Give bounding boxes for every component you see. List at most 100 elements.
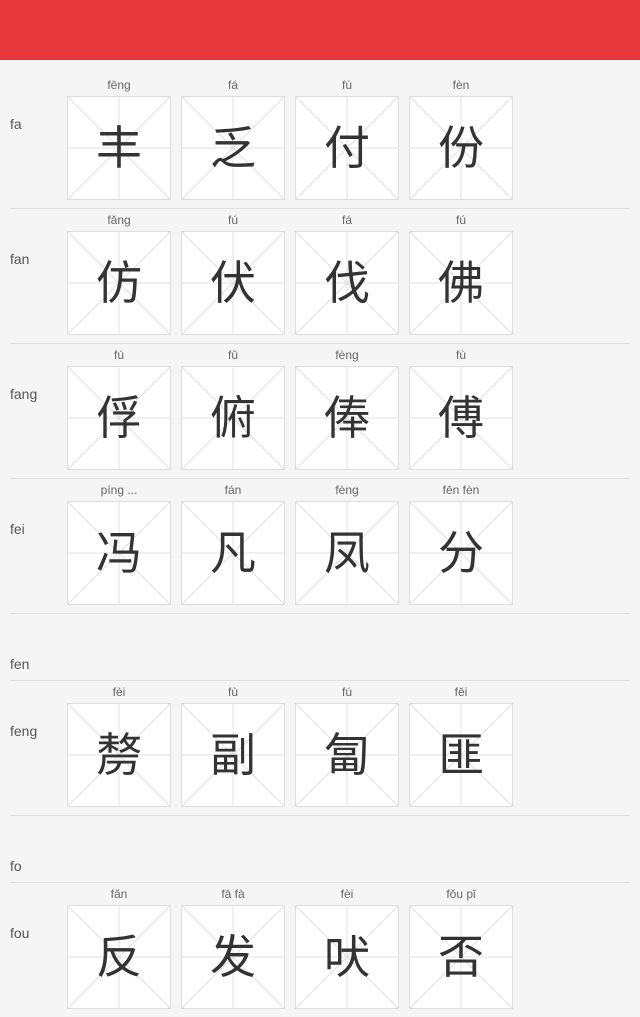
row-group-feng: fengfèi剺fù副fú匐fěi匪 bbox=[0, 681, 640, 815]
char-card[interactable]: fú 佛 bbox=[407, 213, 515, 335]
pinyin-label: píng ... bbox=[101, 483, 138, 499]
pinyin-label: fú bbox=[456, 213, 466, 229]
char-box[interactable]: 凤 bbox=[295, 501, 399, 605]
pinyin-label: fá bbox=[228, 78, 238, 94]
char-card[interactable]: fěi 匪 bbox=[407, 685, 515, 807]
char-box[interactable]: 吠 bbox=[295, 905, 399, 1009]
pinyin-label: fēn fèn bbox=[443, 483, 480, 499]
char-text: 俸 bbox=[324, 395, 370, 441]
char-box[interactable]: 发 bbox=[181, 905, 285, 1009]
char-card[interactable]: fǒu pǐ否 bbox=[407, 887, 515, 1009]
pinyin-label: fú bbox=[228, 213, 238, 229]
header bbox=[0, 0, 640, 60]
char-box[interactable]: 剺 bbox=[67, 703, 171, 807]
char-card[interactable]: fú 匐 bbox=[293, 685, 401, 807]
char-text: 傅 bbox=[438, 395, 484, 441]
char-text: 佛 bbox=[438, 260, 484, 306]
char-card[interactable]: fù 傅 bbox=[407, 348, 515, 470]
char-box[interactable]: 匐 bbox=[295, 703, 399, 807]
char-box[interactable]: 佛 bbox=[409, 231, 513, 335]
char-box[interactable]: 俘 bbox=[67, 366, 171, 470]
pinyin-label: fèng bbox=[335, 348, 358, 364]
row-group-fen: fen bbox=[0, 614, 640, 680]
char-card[interactable]: fā fà 发 bbox=[179, 887, 287, 1009]
char-text: 冯 bbox=[96, 530, 142, 576]
char-text: 否 bbox=[438, 934, 484, 980]
chars-grid-fou: fǎn 反 fā fà 发 fèi 吠 fǒu pǐ否 bbox=[65, 887, 630, 1009]
section-header bbox=[0, 60, 640, 74]
pinyin-label: fěi bbox=[455, 685, 468, 701]
char-text: 丰 bbox=[96, 125, 142, 171]
pinyin-label: fú bbox=[114, 348, 124, 364]
pinyin-label: fù bbox=[456, 348, 466, 364]
pinyin-label: fú bbox=[342, 685, 352, 701]
char-text: 吠 bbox=[324, 934, 370, 980]
char-card[interactable]: fá 乏 bbox=[179, 78, 287, 200]
char-box[interactable]: 副 bbox=[181, 703, 285, 807]
chars-grid-fan: fǎng 仿 fú 伏 fá伐 fú 佛 bbox=[65, 213, 630, 335]
char-box[interactable]: 份 bbox=[409, 96, 513, 200]
char-card[interactable]: fán凡 bbox=[179, 483, 287, 605]
char-box[interactable]: 俯 bbox=[181, 366, 285, 470]
char-text: 匐 bbox=[324, 732, 370, 778]
row-label-fou: fou bbox=[10, 887, 65, 941]
char-box[interactable]: 付 bbox=[295, 96, 399, 200]
char-box[interactable]: 冯 bbox=[67, 501, 171, 605]
char-card[interactable]: fǎng 仿 bbox=[65, 213, 173, 335]
char-box[interactable]: 伐 bbox=[295, 231, 399, 335]
char-text: 伐 bbox=[324, 260, 370, 306]
char-text: 反 bbox=[96, 934, 142, 980]
char-box[interactable]: 伏 bbox=[181, 231, 285, 335]
char-text: 发 bbox=[210, 934, 256, 980]
pinyin-label: fǎng bbox=[107, 213, 130, 229]
char-card[interactable]: fèng 俸 bbox=[293, 348, 401, 470]
chars-grid-fei: píng ... 冯 fán凡 fèng 凤 fēn fèn 分 bbox=[65, 483, 630, 605]
char-box[interactable]: 凡 bbox=[181, 501, 285, 605]
char-text: 分 bbox=[438, 530, 484, 576]
char-card[interactable]: fú 伏 bbox=[179, 213, 287, 335]
char-box[interactable]: 反 bbox=[67, 905, 171, 1009]
row-label-fen: fen bbox=[10, 618, 65, 672]
char-text: 凡 bbox=[210, 530, 256, 576]
char-card[interactable]: fēn fèn 分 bbox=[407, 483, 515, 605]
char-text: 仿 bbox=[96, 260, 142, 306]
char-card[interactable]: fá伐 bbox=[293, 213, 401, 335]
pinyin-label: fèng bbox=[335, 483, 358, 499]
char-box[interactable]: 俸 bbox=[295, 366, 399, 470]
char-text: 副 bbox=[210, 732, 256, 778]
pinyin-label: fǎn bbox=[111, 887, 128, 903]
char-box[interactable]: 分 bbox=[409, 501, 513, 605]
char-text: 份 bbox=[438, 125, 484, 171]
char-card[interactable]: píng ... 冯 bbox=[65, 483, 173, 605]
char-card[interactable]: fèi剺 bbox=[65, 685, 173, 807]
char-card[interactable]: fú 俘 bbox=[65, 348, 173, 470]
char-text: 伏 bbox=[210, 260, 256, 306]
char-card[interactable]: fèi 吠 bbox=[293, 887, 401, 1009]
pinyin-label: fèi bbox=[341, 887, 354, 903]
pinyin-label: fā fà bbox=[221, 887, 244, 903]
char-card[interactable]: fǎn 反 bbox=[65, 887, 173, 1009]
char-box[interactable]: 丰 bbox=[67, 96, 171, 200]
row-group-fou: fou fǎn 反 fā fà 发 fèi 吠 fǒu pǐ否 bbox=[0, 883, 640, 1017]
row-group-fo: fo bbox=[0, 816, 640, 882]
char-card[interactable]: fēng丰 bbox=[65, 78, 173, 200]
char-card[interactable]: fèn份 bbox=[407, 78, 515, 200]
char-box[interactable]: 乏 bbox=[181, 96, 285, 200]
row-group-fan: fan fǎng 仿 fú 伏 fá伐 fú 佛 bbox=[0, 209, 640, 343]
chars-grid-fang: fú 俘 fǔ 俯 fèng 俸 fù 傅 bbox=[65, 348, 630, 470]
char-text: 付 bbox=[324, 125, 370, 171]
chars-grid-fa: fēng丰 fá 乏fù付fèn份 bbox=[65, 78, 630, 200]
char-box[interactable]: 傅 bbox=[409, 366, 513, 470]
char-box[interactable]: 匪 bbox=[409, 703, 513, 807]
pinyin-label: fǔ bbox=[228, 348, 238, 364]
chars-grid-feng: fèi剺fù副 fú 匐 fěi 匪 bbox=[65, 685, 630, 807]
char-card[interactable]: fèng 凤 bbox=[293, 483, 401, 605]
row-label-fan: fan bbox=[10, 213, 65, 267]
row-group-fa: fafēng丰fá乏fù付fèn份 bbox=[0, 74, 640, 208]
char-card[interactable]: fù付 bbox=[293, 78, 401, 200]
row-label-fang: fang bbox=[10, 348, 65, 402]
char-card[interactable]: fǔ 俯 bbox=[179, 348, 287, 470]
char-card[interactable]: fù副 bbox=[179, 685, 287, 807]
char-box[interactable]: 仿 bbox=[67, 231, 171, 335]
char-box[interactable]: 否 bbox=[409, 905, 513, 1009]
